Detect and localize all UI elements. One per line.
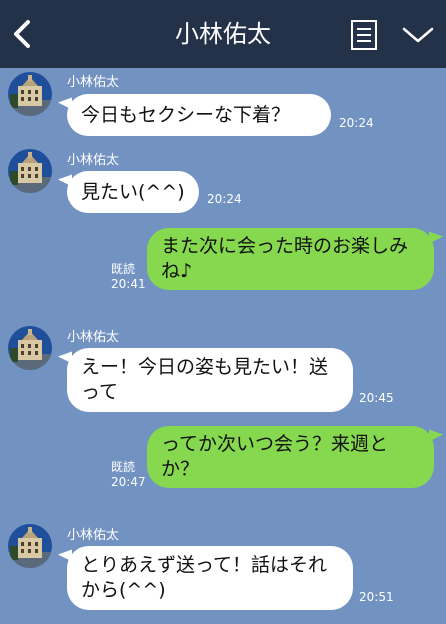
- message-text: 今日もセクシーな下着？: [81, 103, 291, 126]
- back-button[interactable]: [4, 12, 44, 56]
- sender-name: 小林佑太: [67, 330, 120, 345]
- chevron-left-icon: [14, 20, 30, 48]
- sender-name: 小林佑太: [67, 528, 120, 543]
- building-photo-icon: [8, 326, 52, 370]
- message-time: 20:24: [207, 192, 242, 206]
- message-time: 20:47: [111, 475, 146, 489]
- read-label: 既読: [111, 262, 136, 276]
- building-photo-icon: [8, 72, 52, 116]
- building-photo-icon: [8, 149, 52, 193]
- message-time: 20:24: [339, 116, 374, 130]
- expand-button[interactable]: [399, 22, 437, 48]
- message-text: ってか次いつ会う？来週とか？: [161, 433, 389, 480]
- avatar[interactable]: [8, 524, 52, 568]
- sender-name: 小林佑太: [67, 75, 120, 90]
- menu-button[interactable]: [349, 18, 379, 52]
- chat-header: 小林佑太: [0, 0, 446, 68]
- message-bubble[interactable]: とりあえず送って！話はそれから(^^): [67, 546, 353, 610]
- message-time: 20:45: [359, 391, 394, 405]
- avatar[interactable]: [8, 72, 52, 116]
- message-bubble[interactable]: また次に会った時のお楽しみね♪: [147, 228, 434, 290]
- message-text: 見たい(^^): [81, 180, 185, 203]
- read-label: 既読: [111, 460, 136, 474]
- message-text: えー！今日の姿も見たい！送って: [81, 356, 329, 403]
- message-bubble[interactable]: ってか次いつ会う？来週とか？: [147, 426, 434, 488]
- read-receipt: 既読 20:47: [111, 460, 146, 490]
- message-bubble[interactable]: 見たい(^^): [67, 171, 199, 213]
- message-list[interactable]: 小林佑太 今日もセクシーな下着？ 20:24 小林佑太 見たい(^^) 20:2…: [0, 68, 446, 624]
- avatar[interactable]: [8, 326, 52, 370]
- avatar[interactable]: [8, 149, 52, 193]
- building-photo-icon: [8, 524, 52, 568]
- list-icon: [351, 20, 377, 50]
- message-text: とりあえず送って！話はそれから(^^): [81, 554, 328, 601]
- message-text: また次に会った時のお楽しみね♪: [161, 235, 409, 282]
- message-time: 20:41: [111, 277, 146, 291]
- chat-title: 小林佑太: [175, 20, 271, 48]
- message-bubble[interactable]: えー！今日の姿も見たい！送って: [67, 348, 353, 412]
- message-bubble[interactable]: 今日もセクシーな下着？: [67, 94, 331, 136]
- chevron-down-icon: [402, 27, 434, 43]
- sender-name: 小林佑太: [67, 153, 120, 168]
- read-receipt: 既読 20:41: [111, 262, 146, 292]
- message-time: 20:51: [359, 590, 394, 604]
